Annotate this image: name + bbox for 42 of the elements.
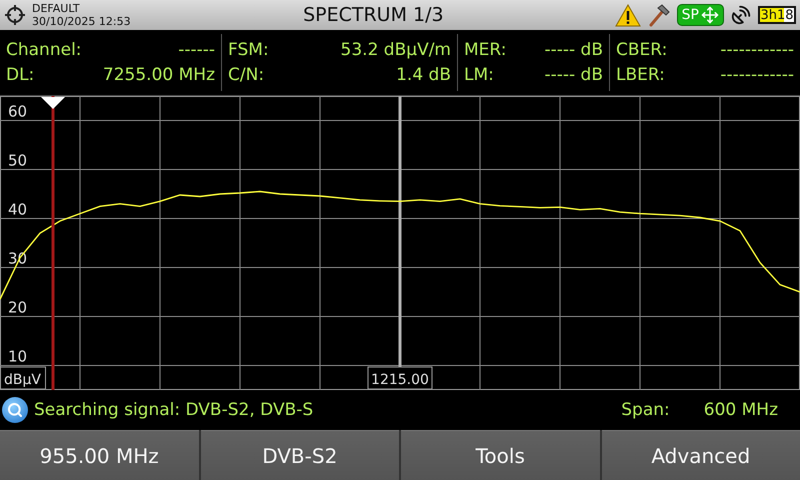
unit-label: dBμV — [0, 366, 46, 390]
satellite-dish-icon[interactable] — [730, 4, 752, 26]
soft-key[interactable]: 955.00 MHz — [0, 430, 198, 480]
measurement-value: 7255.00 MHz — [102, 64, 215, 85]
measurement-label: C/N: — [228, 64, 264, 85]
measurement-value: ----- dB — [544, 64, 603, 85]
measurement-value: ------------ — [720, 64, 794, 85]
search-icon[interactable] — [2, 397, 28, 423]
measurement-label: FSM: — [228, 40, 269, 60]
frequency-marker[interactable] — [40, 96, 66, 390]
status-message: Searching signal: DVB-S2, DVB-S — [34, 400, 314, 420]
span-value: 600 MHz — [704, 400, 778, 420]
measurement-value: ------------ — [720, 40, 794, 60]
screen-title: SPECTRUM 1/3 — [302, 4, 445, 26]
measurement-value: 1.4 dB — [396, 64, 451, 85]
measurement-value: 53.2 dBμV/m — [340, 40, 451, 60]
hammer-icon[interactable] — [646, 3, 671, 27]
axis-tick-label: 60 — [8, 102, 28, 120]
soft-key[interactable]: Tools — [401, 430, 600, 480]
move-icon — [701, 6, 719, 24]
axis-tick-label: 10 — [8, 348, 28, 366]
warning-icon[interactable] — [614, 4, 641, 26]
preset-name: DEFAULT — [32, 2, 81, 15]
axis-tick-label: 40 — [8, 200, 28, 218]
measurement-value: ----- dB — [544, 40, 603, 60]
measurement-label: LBER: — [616, 64, 665, 85]
center-frequency-label: 1215.00 — [368, 366, 432, 390]
y-axis-title: dBμV — [4, 372, 42, 388]
soft-key[interactable]: Advanced — [602, 430, 800, 480]
axis-tick-label: 20 — [8, 298, 28, 316]
measurement-label: DL: — [6, 64, 34, 85]
span-label: Span: — [621, 400, 670, 420]
measurement-label: MER: — [464, 40, 506, 60]
measurement-label: LM: — [464, 64, 494, 85]
date-time: 30/10/2025 12:53 — [32, 15, 132, 28]
crosshair-icon[interactable] — [4, 4, 26, 26]
measurement-value: ------ — [178, 40, 215, 60]
annotation: 1215.00 — [371, 372, 429, 388]
axis-tick-label: 50 — [8, 152, 28, 170]
soft-key[interactable]: DVB-S2 — [200, 430, 399, 480]
measurement-label: CBER: — [616, 40, 668, 60]
measurement-label: Channel: — [6, 40, 82, 60]
